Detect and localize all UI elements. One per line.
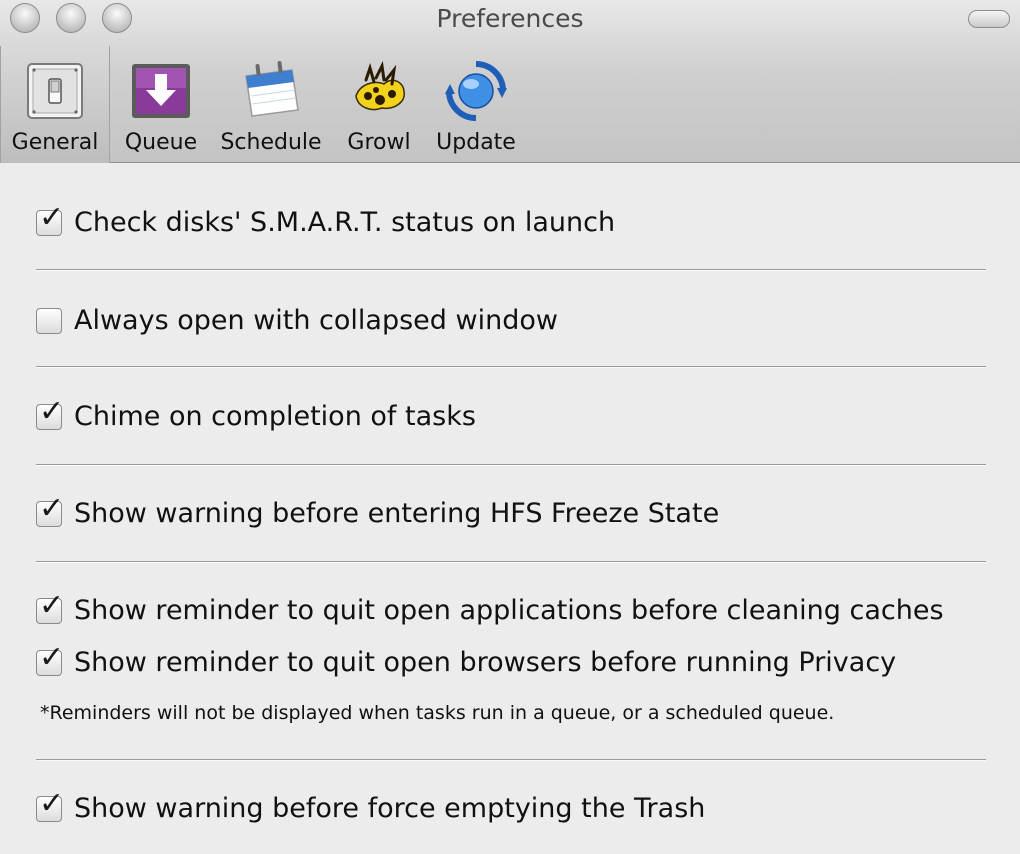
tab-queue[interactable]: Queue: [112, 46, 210, 163]
option-chime[interactable]: ✓ Chime on completion of tasks: [36, 396, 476, 432]
checkbox[interactable]: ✓: [36, 493, 64, 527]
checkbox[interactable]: ✓: [36, 642, 64, 676]
toolbar-toggle-button[interactable]: [968, 10, 1010, 28]
separator: [36, 561, 986, 562]
option-reminder-applications[interactable]: ✓ Show reminder to quit open application…: [36, 590, 944, 626]
growl-paw-icon: [355, 61, 405, 111]
tab-growl-label: Growl: [347, 130, 411, 155]
separator: [36, 269, 986, 270]
reminder-footnote: *Reminders will not be displayed when ta…: [40, 702, 835, 724]
download-arrow-icon: [132, 64, 190, 118]
checkmark-icon: ✓: [39, 639, 65, 675]
option-trash-warning[interactable]: ✓ Show warning before force emptying the…: [36, 788, 706, 824]
checkbox[interactable]: ✓: [36, 788, 64, 822]
separator: [36, 464, 986, 465]
tab-queue-label: Queue: [124, 130, 198, 155]
tab-growl[interactable]: Growl: [338, 46, 420, 163]
option-hfs-warning[interactable]: ✓ Show warning before entering HFS Freez…: [36, 493, 720, 529]
option-label: Always open with collapsed window: [74, 305, 558, 336]
option-check-smart[interactable]: ✓ Check disks' S.M.A.R.T. status on laun…: [36, 202, 616, 238]
option-label: Show reminder to quit open applications …: [74, 595, 944, 626]
window-titlebar: Preferences General Queue Schedule Growl…: [0, 0, 1020, 163]
option-collapsed-window[interactable]: Always open with collapsed window: [36, 305, 558, 336]
tab-general[interactable]: General: [0, 46, 110, 163]
window-title: Preferences: [436, 4, 584, 33]
checkmark-icon: ✓: [39, 490, 65, 526]
tab-update[interactable]: Update: [428, 46, 524, 163]
option-label: Show reminder to quit open browsers befo…: [74, 647, 897, 678]
checkbox[interactable]: ✓: [36, 396, 64, 430]
option-reminder-browsers[interactable]: ✓ Show reminder to quit open browsers be…: [36, 642, 897, 678]
checkbox[interactable]: ✓: [36, 202, 64, 236]
checkmark-icon: ✓: [39, 199, 65, 235]
preferences-panel: ✓ Check disks' S.M.A.R.T. status on laun…: [0, 163, 1020, 854]
sync-globe-icon: [445, 61, 507, 121]
checkmark-icon: ✓: [39, 393, 65, 429]
checkmark-icon: ✓: [39, 587, 65, 623]
option-label: Chime on completion of tasks: [74, 401, 476, 432]
option-label: Show warning before force emptying the T…: [74, 793, 706, 824]
option-label: Show warning before entering HFS Freeze …: [74, 498, 720, 529]
tab-update-label: Update: [436, 130, 516, 155]
checkbox[interactable]: ✓: [36, 590, 64, 624]
separator: [36, 759, 986, 760]
separator: [36, 366, 986, 367]
option-label: Check disks' S.M.A.R.T. status on launch: [74, 207, 616, 238]
checkbox[interactable]: [36, 307, 62, 334]
tab-schedule[interactable]: Schedule: [214, 46, 328, 163]
toggle-switch-icon: [27, 63, 83, 119]
tab-schedule-label: Schedule: [220, 130, 322, 155]
tab-general-label: General: [11, 130, 99, 155]
checkmark-icon: ✓: [39, 785, 65, 821]
calendar-icon: [245, 61, 299, 117]
